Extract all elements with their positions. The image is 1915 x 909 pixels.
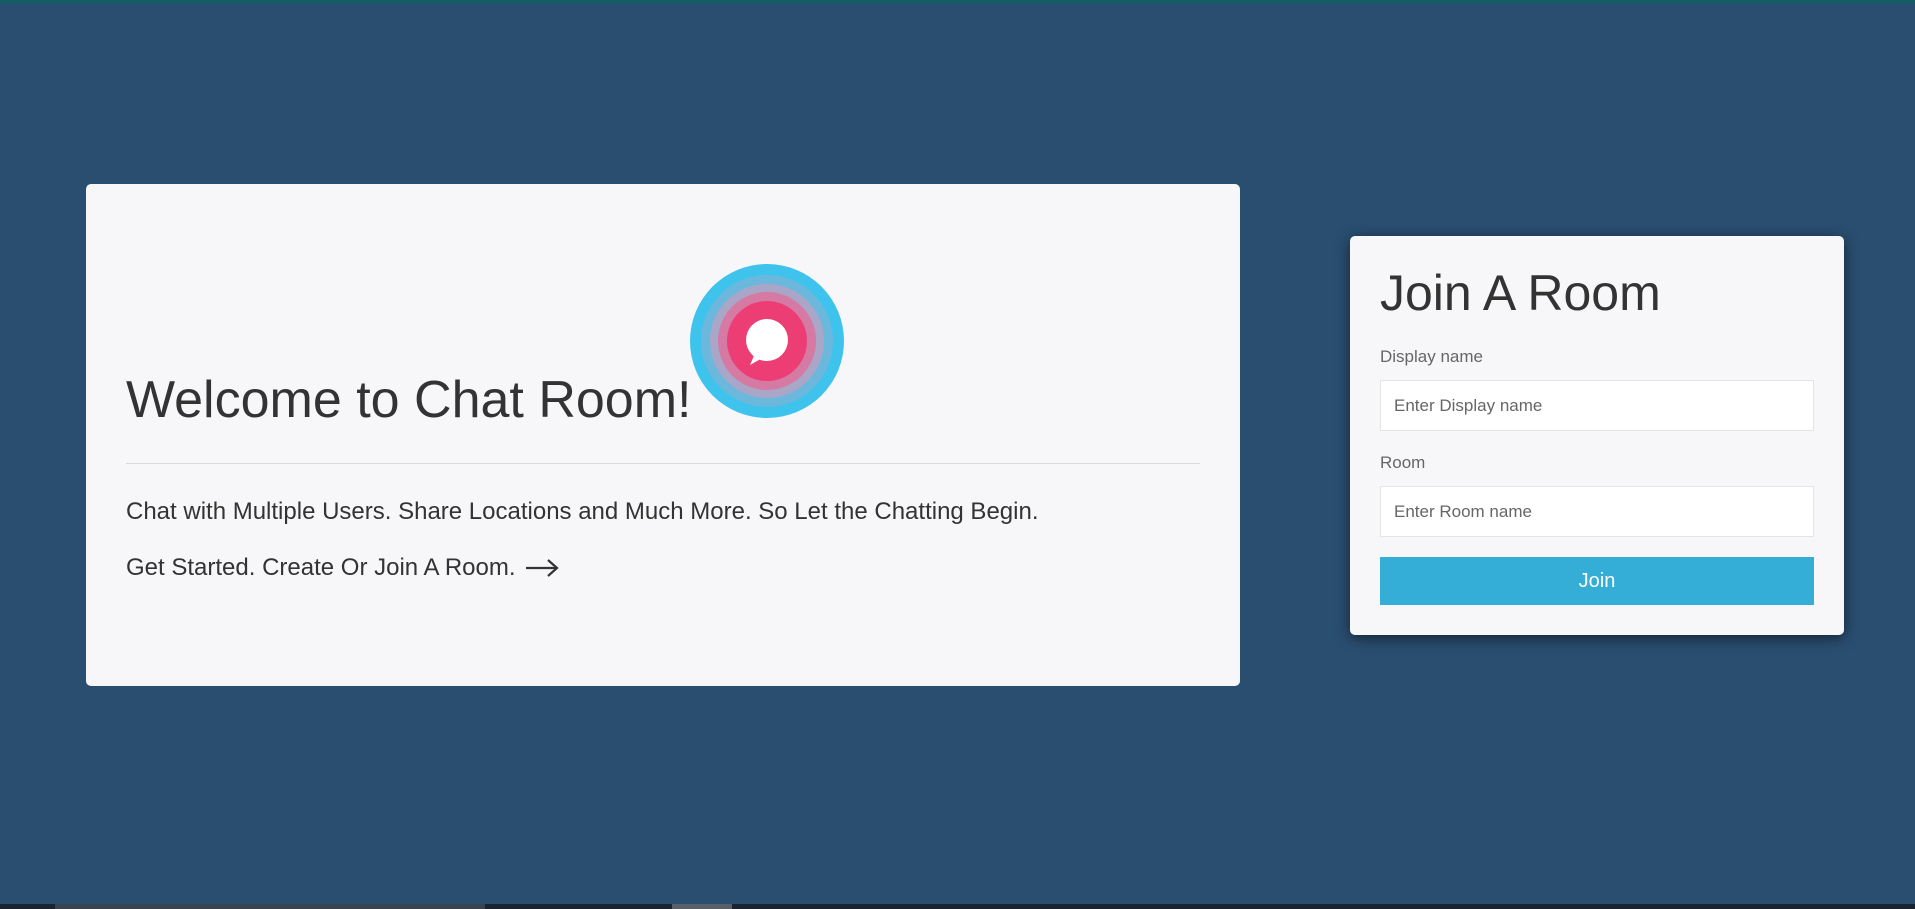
taskbar-segment [55,904,485,909]
divider [126,463,1200,464]
room-label: Room [1380,453,1426,472]
chat-logo-icon [690,264,844,418]
get-started-line: Get Started. Create Or Join A Room. [126,554,559,582]
join-room-title: Join A Room [1380,265,1661,321]
taskbar-segment [672,904,732,909]
taskbar-strip [0,904,1915,909]
display-name-input[interactable] [1380,380,1814,431]
tagline-text: Chat with Multiple Users. Share Location… [126,498,1039,525]
join-room-card: Join A Room Display name Room Join [1350,236,1844,635]
arrow-right-icon [525,559,559,577]
join-button[interactable]: Join [1380,557,1814,605]
window-top-border [0,0,1915,3]
get-started-text: Get Started. Create Or Join A Room. [126,554,516,581]
room-name-input[interactable] [1380,486,1814,537]
display-name-label: Display name [1380,347,1483,366]
welcome-card: Welcome to Chat Room! Chat with Multiple… [86,184,1240,686]
page-title: Welcome to Chat Room! [126,371,692,429]
